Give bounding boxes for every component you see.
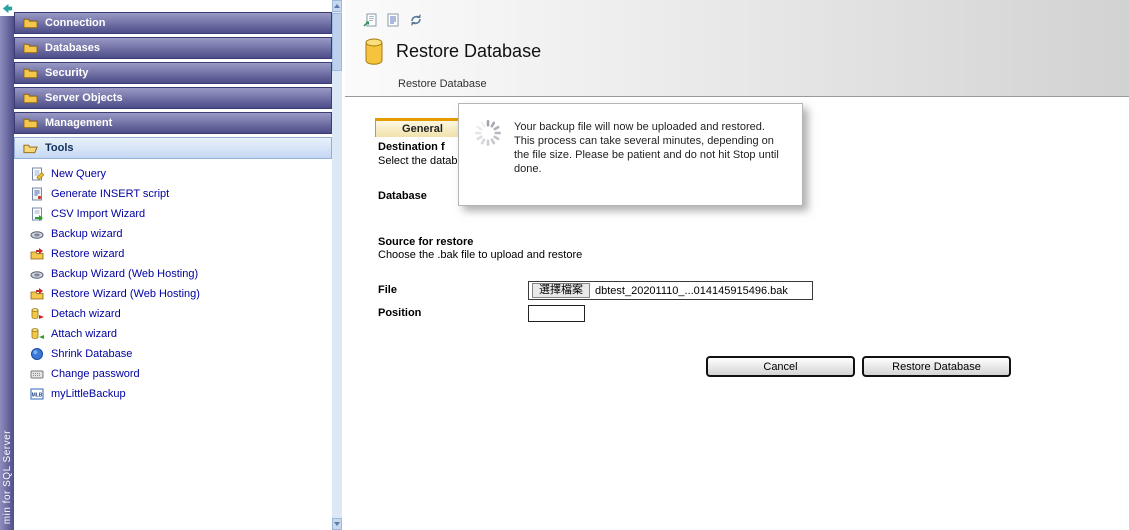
- mylittlebackup-icon: MLB: [30, 387, 44, 401]
- folder-icon: [23, 92, 38, 104]
- section-label: Tools: [45, 142, 74, 154]
- item-label: myLittleBackup: [51, 388, 126, 400]
- sidebar: Connection Databases Security Server Obj…: [14, 0, 332, 530]
- tools-item-list: New Query Generate INSERT script CSV Imp…: [14, 162, 332, 404]
- tools-item-new-query[interactable]: New Query: [14, 164, 332, 184]
- page-header: Restore Database Restore Database: [345, 0, 1129, 97]
- tools-item-backup-wizard[interactable]: Backup wizard: [14, 224, 332, 244]
- mlb-badge-text: MLB: [32, 392, 43, 398]
- section-label: Server Objects: [45, 92, 123, 104]
- item-label: Backup Wizard (Web Hosting): [51, 268, 198, 280]
- restore-database-button[interactable]: Restore Database: [862, 356, 1011, 377]
- destination-subtext: Select the datab: [378, 155, 458, 167]
- sidebar-section-server-objects[interactable]: Server Objects: [14, 87, 332, 109]
- page-toolbar: [362, 12, 424, 28]
- destination-heading: Destination f: [378, 141, 445, 153]
- backup-web-icon: [30, 267, 44, 281]
- selected-file-name: dbtest_20201110_...014145915496.bak: [595, 285, 788, 297]
- database-label: Database: [378, 190, 427, 202]
- restore-form: General Destination f Select the datab D…: [345, 97, 1129, 530]
- sidebar-section-management[interactable]: Management: [14, 112, 332, 134]
- scroll-down-arrow-icon[interactable]: [332, 518, 342, 530]
- item-label: Restore wizard: [51, 248, 124, 260]
- source-subtext: Choose the .bak file to upload and resto…: [378, 249, 582, 261]
- tools-item-change-password[interactable]: Change password: [14, 364, 332, 384]
- csv-import-icon: [30, 207, 44, 221]
- section-label: Databases: [45, 42, 100, 54]
- item-label: Restore Wizard (Web Hosting): [51, 288, 200, 300]
- tools-item-attach-wizard[interactable]: Attach wizard: [14, 324, 332, 344]
- tools-item-shrink-database[interactable]: Shrink Database: [14, 344, 332, 364]
- scrollbar-thumb[interactable]: [332, 13, 342, 71]
- section-label: Management: [45, 117, 112, 129]
- sidebar-section-tools[interactable]: Tools: [14, 137, 332, 159]
- tools-item-mylittlebackup[interactable]: MLB myLittleBackup: [14, 384, 332, 404]
- tools-item-detach-wizard[interactable]: Detach wizard: [14, 304, 332, 324]
- main-panel: Restore Database Restore Database Genera…: [345, 0, 1129, 530]
- change-password-icon: [30, 367, 44, 381]
- collapse-sidebar-arrow-icon[interactable]: [1, 2, 14, 15]
- restore-web-icon: [30, 287, 44, 301]
- dialog-message: Your backup file will now be uploaded an…: [514, 120, 786, 176]
- scroll-up-arrow-icon[interactable]: [332, 0, 342, 12]
- file-label: File: [378, 284, 397, 296]
- source-heading: Source for restore: [378, 236, 473, 248]
- sidebar-section-databases[interactable]: Databases: [14, 37, 332, 59]
- item-label: CSV Import Wizard: [51, 208, 145, 220]
- app-vertical-strip: min for SQL Server: [0, 16, 14, 530]
- folder-icon: [23, 117, 38, 129]
- choose-file-button[interactable]: 選擇檔案: [532, 283, 590, 298]
- export-page-icon[interactable]: [362, 12, 378, 28]
- tools-item-restore-wizard[interactable]: Restore wizard: [14, 244, 332, 264]
- backup-wizard-icon: [30, 227, 44, 241]
- restore-wizard-icon: [30, 247, 44, 261]
- item-label: Generate INSERT script: [51, 188, 169, 200]
- script-page-icon[interactable]: [385, 12, 401, 28]
- page-subtitle: Restore Database: [398, 78, 487, 90]
- item-label: Attach wizard: [51, 328, 117, 340]
- file-upload-input[interactable]: 選擇檔案 dbtest_20201110_...014145915496.bak: [528, 281, 813, 300]
- position-label: Position: [378, 307, 421, 319]
- loading-spinner-icon: [473, 118, 503, 148]
- sidebar-section-security[interactable]: Security: [14, 62, 332, 84]
- folder-icon: [23, 67, 38, 79]
- open-folder-icon: [23, 142, 38, 154]
- section-label: Security: [45, 67, 88, 79]
- tools-item-csv-import-wizard[interactable]: CSV Import Wizard: [14, 204, 332, 224]
- tools-item-backup-wizard-web-hosting[interactable]: Backup Wizard (Web Hosting): [14, 264, 332, 284]
- item-label: Backup wizard: [51, 228, 123, 240]
- item-label: Shrink Database: [51, 348, 132, 360]
- shrink-database-icon: [30, 347, 44, 361]
- tools-item-generate-insert-script[interactable]: Generate INSERT script: [14, 184, 332, 204]
- upload-progress-dialog: Your backup file will now be uploaded an…: [458, 103, 803, 206]
- sidebar-section-connection[interactable]: Connection: [14, 12, 332, 34]
- item-label: Change password: [51, 368, 140, 380]
- detach-wizard-icon: [30, 307, 44, 321]
- database-icon: [364, 38, 384, 65]
- new-query-icon: [30, 167, 44, 181]
- page-title: Restore Database: [396, 41, 541, 62]
- cancel-button[interactable]: Cancel: [706, 356, 855, 377]
- section-label: Connection: [45, 17, 106, 29]
- folder-icon: [23, 42, 38, 54]
- attach-wizard-icon: [30, 327, 44, 341]
- insert-script-icon: [30, 187, 44, 201]
- sidebar-scrollbar[interactable]: [332, 0, 342, 530]
- refresh-icon[interactable]: [408, 12, 424, 28]
- tools-item-restore-wizard-web-hosting[interactable]: Restore Wizard (Web Hosting): [14, 284, 332, 304]
- item-label: Detach wizard: [51, 308, 121, 320]
- position-input[interactable]: [528, 305, 585, 322]
- folder-icon: [23, 17, 38, 29]
- tab-general[interactable]: General: [375, 118, 470, 137]
- item-label: New Query: [51, 168, 106, 180]
- vertical-app-label: min for SQL Server: [2, 430, 13, 524]
